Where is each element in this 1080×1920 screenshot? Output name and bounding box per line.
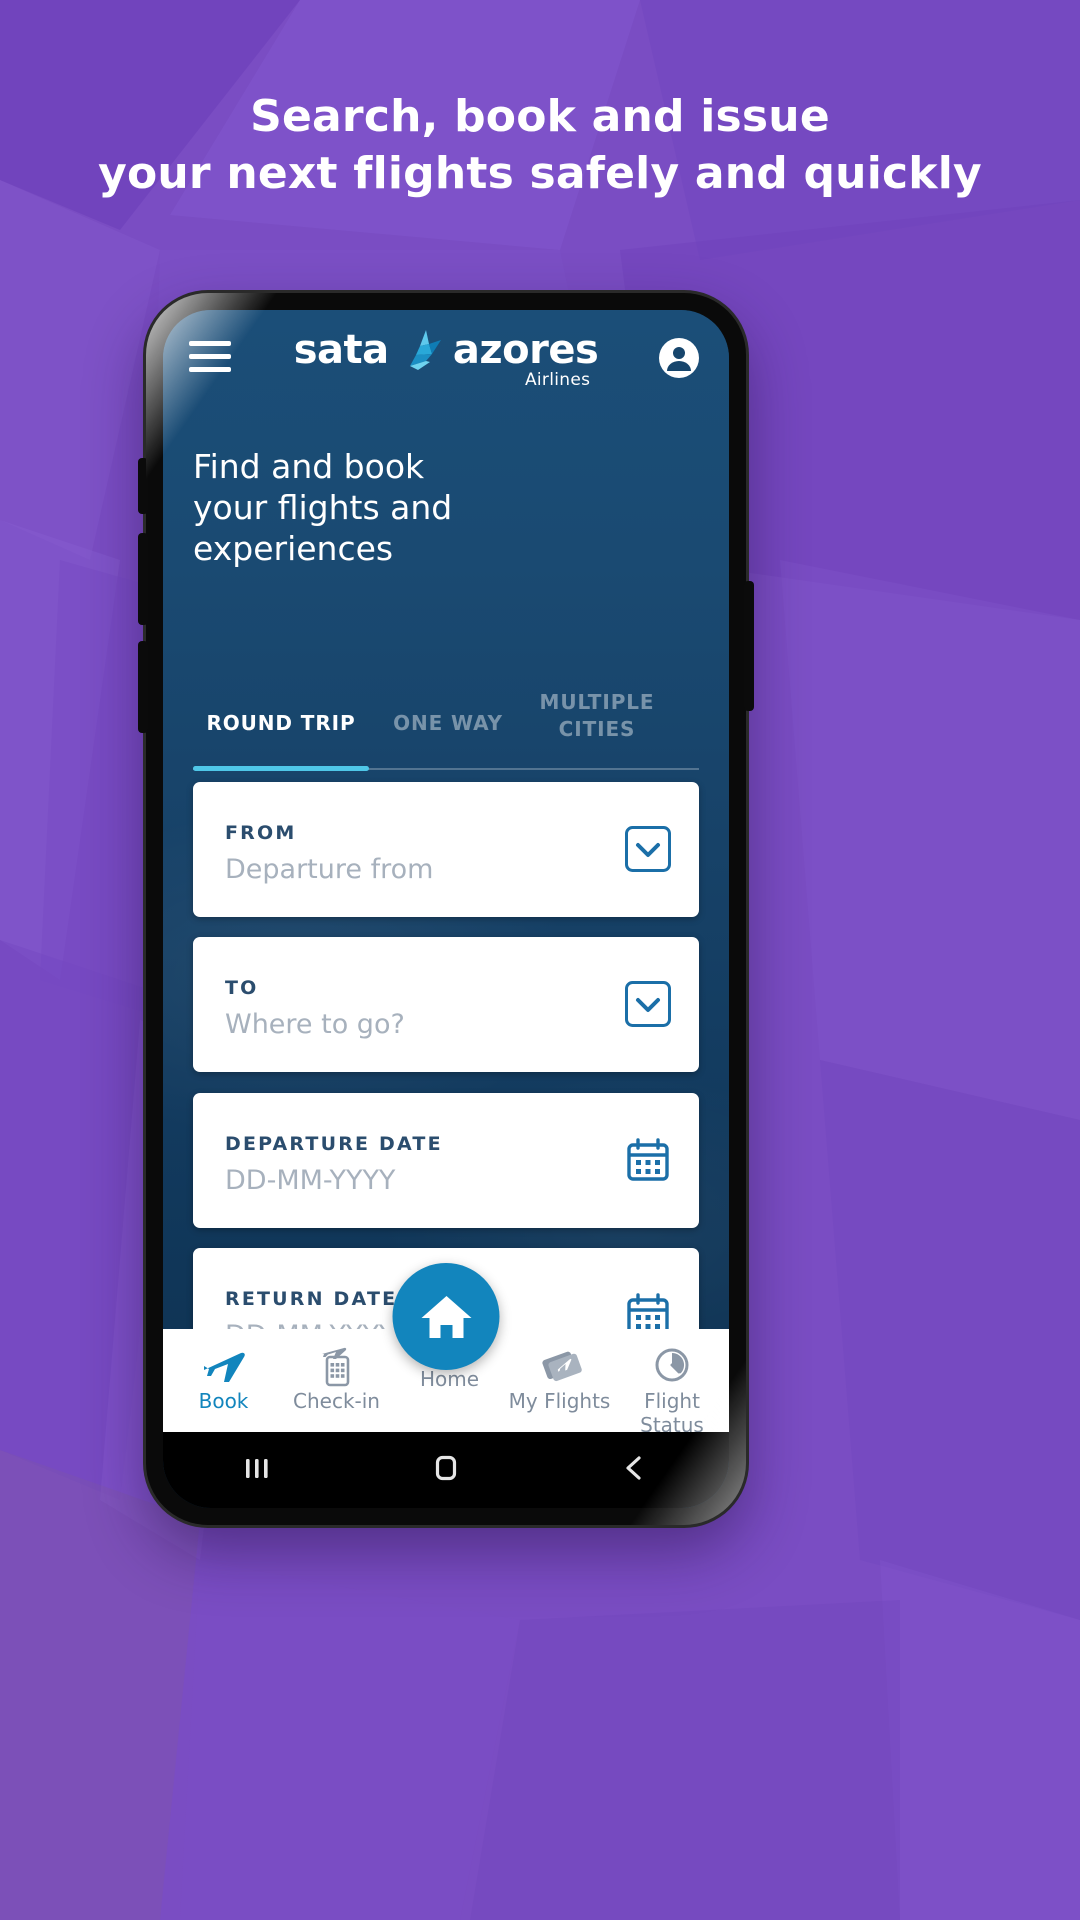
sata-azores-logo: sata azores Airlines bbox=[163, 328, 729, 398]
phone-power-button bbox=[744, 581, 754, 711]
bird-icon bbox=[409, 330, 441, 370]
tab-round-trip[interactable]: ROUND TRIP bbox=[193, 711, 369, 735]
field-from-value: Departure from bbox=[225, 854, 434, 885]
nav-label-my-flights: My Flights bbox=[508, 1389, 611, 1413]
phone-button-left-1 bbox=[138, 458, 148, 514]
headline-line-2: your next flights safely and quickly bbox=[98, 148, 982, 199]
logo-subtitle: Airlines bbox=[524, 370, 591, 390]
hamburger-bar bbox=[189, 341, 231, 346]
mobile-checkin-icon bbox=[280, 1343, 393, 1387]
hero-title: Find and book your flights and experienc… bbox=[193, 446, 593, 569]
recents-icon[interactable] bbox=[227, 1453, 287, 1487]
hamburger-menu-icon[interactable] bbox=[189, 341, 231, 375]
phone-volume-up-button bbox=[138, 533, 148, 625]
nav-item-flight-status[interactable]: Flight Status bbox=[615, 1343, 729, 1432]
trip-type-tabs: ROUND TRIP ONE WAY MULTIPLE CITIES bbox=[163, 685, 729, 771]
tab-multiple-cities[interactable]: MULTIPLE CITIES bbox=[499, 689, 695, 743]
chevron-down-icon[interactable] bbox=[625, 981, 671, 1027]
nav-label-check-in: Check-in bbox=[293, 1389, 380, 1413]
active-tab-indicator bbox=[193, 766, 369, 771]
nav-item-check-in[interactable]: Check-in bbox=[280, 1343, 393, 1427]
nav-label-home: Home bbox=[419, 1367, 480, 1391]
back-chevron-icon[interactable] bbox=[605, 1453, 665, 1487]
nav-item-my-flights[interactable]: My Flights bbox=[503, 1343, 616, 1427]
hero-line-3: experiences bbox=[193, 529, 394, 568]
field-departure-date-label: DEPARTURE DATE bbox=[225, 1133, 443, 1155]
field-to-value: Where to go? bbox=[225, 1009, 405, 1040]
home-fab-button[interactable] bbox=[392, 1263, 500, 1370]
hamburger-bar bbox=[189, 354, 231, 359]
app-viewport: sata azores Airlines Find and book your … bbox=[163, 310, 729, 1432]
promo-headline: Search, book and issue your next flights… bbox=[0, 88, 1080, 202]
nav-label-book: Book bbox=[198, 1389, 249, 1413]
tickets-icon bbox=[503, 1343, 616, 1387]
nav-item-book[interactable]: Book bbox=[167, 1343, 280, 1427]
field-return-date-label: RETURN DATE bbox=[225, 1288, 398, 1310]
phone-volume-down-button bbox=[138, 641, 148, 733]
app-header: sata azores Airlines bbox=[163, 310, 729, 410]
logo-word-sata: sata bbox=[293, 327, 389, 373]
flight-status-icon bbox=[615, 1343, 729, 1387]
hero-line-1: Find and book bbox=[193, 447, 425, 486]
hamburger-bar bbox=[189, 367, 231, 372]
field-from[interactable]: FROM Departure from bbox=[193, 782, 699, 917]
phone-screen: sata azores Airlines Find and book your … bbox=[163, 310, 729, 1508]
account-circle-icon[interactable] bbox=[659, 338, 699, 378]
field-from-label: FROM bbox=[225, 822, 297, 844]
nav-label-flight-status: Flight Status bbox=[640, 1389, 704, 1432]
phone-mockup: sata azores Airlines Find and book your … bbox=[138, 293, 754, 1525]
hero-line-2: your flights and bbox=[193, 488, 453, 527]
home-icon bbox=[421, 1295, 471, 1338]
chevron-down-icon[interactable] bbox=[625, 826, 671, 872]
headline-line-1: Search, book and issue bbox=[250, 91, 830, 142]
field-departure-date[interactable]: DEPARTURE DATE DD-MM-YYYY bbox=[193, 1093, 699, 1228]
field-to[interactable]: TO Where to go? bbox=[193, 937, 699, 1072]
field-departure-date-value: DD-MM-YYYY bbox=[225, 1165, 396, 1196]
home-square-icon[interactable] bbox=[416, 1453, 476, 1487]
calendar-icon[interactable] bbox=[625, 1137, 671, 1183]
field-to-label: TO bbox=[225, 977, 259, 999]
airplane-icon bbox=[167, 1343, 280, 1387]
logo-word-azores: azores bbox=[452, 327, 599, 373]
android-system-nav bbox=[163, 1432, 729, 1508]
